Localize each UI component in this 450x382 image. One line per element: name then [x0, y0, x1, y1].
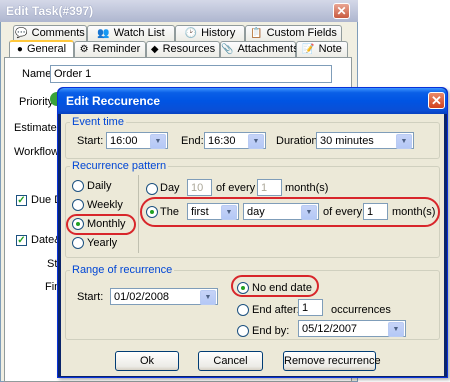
duration-select[interactable]: 30 minutes ▼	[316, 132, 414, 149]
chevron-down-icon: ▼	[388, 322, 404, 337]
event-end-label: End:	[181, 135, 204, 147]
event-time-legend: Event time	[70, 116, 126, 128]
custom-fields-icon: 📋	[250, 28, 263, 39]
chevron-down-icon: ▼	[200, 290, 216, 305]
due-date-checkbox[interactable]: ✓	[16, 195, 27, 206]
edit-task-title: Edit Task(#397)	[0, 0, 358, 22]
remove-recurrence-button[interactable]: Remove recurrence	[283, 351, 381, 371]
the-row-highlight-oval	[140, 197, 440, 227]
tab-note[interactable]: 📝 Note	[296, 41, 348, 58]
yearly-label: Yearly	[87, 237, 118, 249]
start-label-partial: St	[47, 258, 58, 270]
chevron-down-icon: ▼	[248, 134, 264, 149]
day-months-label: month(s)	[285, 182, 329, 194]
occurrences-label: occurrences	[331, 304, 391, 316]
day-of-every-label: of every	[216, 182, 256, 194]
note-icon: 📝	[302, 44, 315, 55]
day-every-months-input[interactable]: 1	[257, 179, 282, 196]
end-after-label: End after:	[252, 304, 300, 316]
tab-watch-list[interactable]: 👥 Watch List	[87, 25, 175, 42]
daily-label: Daily	[87, 180, 112, 192]
ok-button[interactable]: Ok	[115, 351, 179, 371]
end-by-date-select[interactable]: 05/12/2007 ▼	[298, 320, 406, 337]
general-icon: ●	[16, 44, 23, 55]
yearly-radio[interactable]	[72, 237, 84, 249]
tab-reminder[interactable]: ⚙ Reminder	[74, 41, 146, 58]
task-name-input[interactable]: Order 1	[50, 65, 332, 83]
tab-history[interactable]: 🕑 History	[175, 25, 245, 42]
cancel-button[interactable]: Cancel	[198, 351, 263, 371]
duration-label: Duration:	[276, 135, 321, 147]
weekly-radio[interactable]	[72, 199, 84, 211]
dialog-close-button[interactable]: ✕	[428, 92, 445, 109]
range-legend: Range of recurrence	[70, 264, 175, 276]
weekly-label: Weekly	[87, 199, 123, 211]
history-icon: 🕑	[184, 28, 198, 39]
end-by-label: End by:	[252, 325, 290, 337]
end-after-occurrences-input[interactable]: 1	[298, 299, 323, 316]
no-end-date-highlight-oval	[231, 275, 319, 297]
day-number-input[interactable]: 10	[187, 179, 212, 196]
end-by-radio[interactable]	[237, 325, 249, 337]
tab-custom-fields[interactable]: 📋 Custom Fields	[245, 25, 342, 42]
comments-icon: 💬	[15, 28, 28, 39]
resources-icon: ◆	[150, 44, 159, 55]
event-end-time-select[interactable]: 16:30 ▼	[204, 132, 266, 149]
pattern-divider	[138, 175, 139, 253]
watch-list-icon: 👥	[97, 28, 110, 39]
chevron-down-icon: ▼	[396, 134, 412, 149]
edit-recurrence-title: Edit Reccurence	[58, 88, 447, 114]
event-start-label: Start:	[77, 135, 104, 147]
recurrence-pattern-legend: Recurrence pattern	[70, 160, 169, 172]
range-start-label: Start:	[77, 291, 104, 303]
edit-task-close-button[interactable]: ✕	[333, 3, 350, 19]
attachments-icon: 📎	[221, 44, 234, 55]
monthly-highlight-oval	[66, 214, 136, 235]
day-of-month-radio[interactable]	[146, 183, 158, 195]
reminder-icon: ⚙	[79, 44, 89, 55]
end-after-radio[interactable]	[237, 304, 249, 316]
workflow-label: Workflow	[14, 146, 60, 158]
chevron-down-icon: ▼	[150, 134, 166, 149]
tab-resources[interactable]: ◆ Resources	[146, 41, 220, 58]
range-start-date-select[interactable]: 01/02/2008 ▼	[110, 288, 218, 305]
daily-radio[interactable]	[72, 180, 84, 192]
event-start-time-select[interactable]: 16:00 ▼	[106, 132, 168, 149]
tab-general[interactable]: ● General	[9, 40, 74, 58]
date-time-checkbox[interactable]: ✓	[16, 235, 27, 246]
tab-attachments[interactable]: 📎 Attachments	[220, 41, 299, 58]
day-label: Day	[160, 182, 180, 194]
